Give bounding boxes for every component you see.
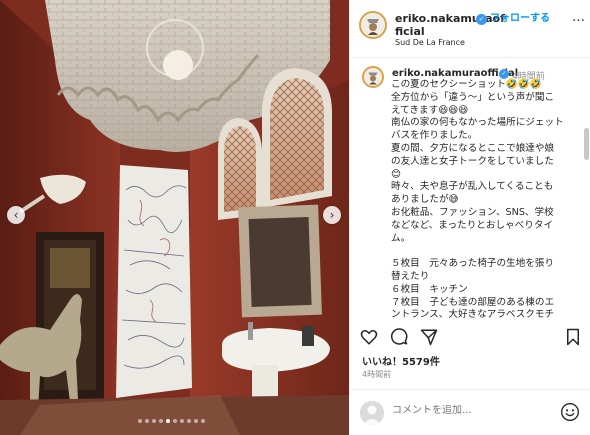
caption-line: の友人達と女子トークをしていました <box>391 155 554 167</box>
carousel-dot <box>166 419 170 423</box>
header-username[interactable]: eriko.nakamuraof ficial <box>395 12 505 38</box>
verified-badge-icon: ✓ <box>499 69 509 79</box>
caption-avatar[interactable] <box>362 66 384 88</box>
post-photo[interactable]: ‹ › <box>0 0 349 435</box>
comment-input[interactable] <box>392 405 542 416</box>
carousel-dot <box>180 419 184 423</box>
post-header: eriko.nakamuraof ficial ✓ フォローする … Sud D… <box>350 0 590 58</box>
chevron-left-icon[interactable]: ‹ <box>7 206 25 224</box>
caption-line: ありましたが😅 <box>391 194 459 206</box>
avatar[interactable] <box>359 11 387 39</box>
like-count[interactable]: いいね！5579件 <box>362 353 440 368</box>
comment-bar <box>350 389 590 435</box>
caption-line: この夏のセクシーショット🤣🤣🤣 <box>391 79 542 90</box>
caption-line: 替えたり <box>391 270 430 282</box>
caption-line: バスを作りました。 <box>391 130 478 142</box>
post-side-panel: eriko.nakamuraof ficial ✓ フォローする … Sud D… <box>349 0 590 435</box>
caption-line: ントランス、大好きなアラベスクモチ <box>391 309 555 321</box>
bathroom-photo <box>0 0 349 435</box>
carousel-dots <box>138 419 205 423</box>
caption-line <box>391 245 579 258</box>
caption-line: ５枚目 元々あった椅子の生地を張り <box>391 258 555 270</box>
caption-line: 全方位から「違う〜」という声が聞こ <box>391 91 555 103</box>
caption-line: えてきます😆😆😆 <box>391 104 469 116</box>
carousel-dot <box>159 419 163 423</box>
comment-icon[interactable] <box>390 328 408 346</box>
caption-section: eriko.nakamuraofficial ✓ 4時間前 この夏のセクシーショ… <box>350 58 590 328</box>
caption-line: などなど、まったりとおしゃべりタイ <box>391 219 554 231</box>
caption-line: 😊 <box>391 168 402 180</box>
carousel-dot <box>138 419 142 423</box>
carousel-dot <box>173 419 177 423</box>
username-line-2: ficial <box>395 25 425 38</box>
carousel-dot <box>201 419 205 423</box>
more-options-icon[interactable]: … <box>572 10 586 25</box>
caption-line: お化粧品、ファッション、SNS、学校 <box>391 206 554 218</box>
action-bar <box>350 328 590 350</box>
send-icon[interactable] <box>420 328 438 346</box>
chevron-right-icon[interactable]: › <box>323 206 341 224</box>
follow-button[interactable]: フォローする <box>490 13 550 25</box>
caption-line: ７枚目 子ども達の部屋のある棟のエ <box>391 296 555 308</box>
bookmark-icon[interactable] <box>564 328 582 346</box>
smiley-icon[interactable] <box>560 402 580 422</box>
caption-line: 南仏の家の何もなかった場所にジェット <box>391 117 564 129</box>
carousel-dot <box>145 419 149 423</box>
username-line-1: eriko.nakamuraof <box>395 12 505 25</box>
caption-line: ム。 <box>391 232 411 244</box>
verified-badge-icon: ✓ <box>476 14 487 25</box>
caption-text: この夏のセクシーショット🤣🤣🤣 全方位から「違う〜」という声が聞こ えてきます😆😆😆… <box>391 79 579 322</box>
carousel-dot <box>194 419 198 423</box>
caption-line: 夏の間、夕方になるとここで娘達や娘 <box>391 142 555 154</box>
caption-line: 時々、夫や息子が乱入してくることも <box>391 181 554 193</box>
post-timestamp[interactable]: 4時間前 <box>362 369 391 380</box>
carousel-dot <box>152 419 156 423</box>
caption-line: ６枚目 キッチン <box>391 283 468 295</box>
carousel-dot <box>187 419 191 423</box>
user-avatar <box>360 401 384 425</box>
location-link[interactable]: Sud De La France <box>395 38 465 47</box>
heart-icon[interactable] <box>360 328 378 346</box>
caption-scrollbar[interactable] <box>584 128 589 160</box>
